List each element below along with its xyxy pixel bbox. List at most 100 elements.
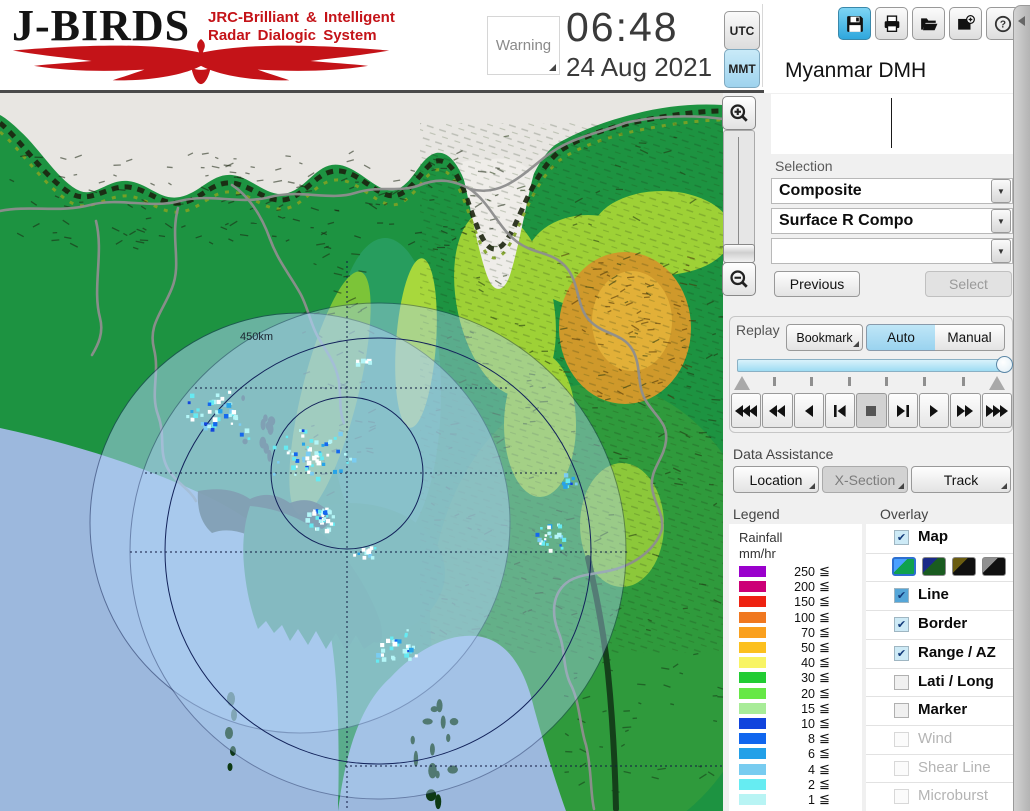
replay-timeline-slider[interactable] (737, 359, 1005, 372)
terrain-gray-style-button[interactable] (982, 556, 1006, 576)
legend-value: 20 (801, 686, 815, 701)
collapse-arrow-icon (1018, 16, 1025, 26)
legend-row: 20 ≦ (729, 686, 862, 701)
track-button[interactable]: Track (911, 466, 1011, 493)
legend-row: 200 ≦ (729, 579, 862, 594)
toolbar: ? (838, 7, 1019, 40)
overlay-label: Overlay (880, 506, 929, 522)
panel-collapse-strip[interactable] (1013, 5, 1030, 811)
selection-label: Selection (775, 158, 833, 174)
zoom-out-button[interactable] (722, 262, 756, 296)
product-option-dropdown[interactable]: ▼ (771, 238, 1013, 264)
add-image-button[interactable] (949, 7, 982, 40)
map-checkbox[interactable]: ✔ (894, 530, 909, 545)
replay-label: Replay (736, 322, 780, 338)
eagle-logo-icon (12, 38, 390, 85)
replay-tickbar (734, 375, 1005, 392)
legend-color-swatch (739, 718, 766, 729)
legend-operator: ≦ (819, 700, 830, 716)
print-button[interactable] (875, 7, 908, 40)
border-checkbox[interactable]: ✔ (894, 617, 909, 633)
location-button-label: Location (749, 471, 803, 488)
info-box-divider (891, 98, 892, 148)
timeline-tick (773, 377, 776, 386)
marker-checkbox[interactable] (894, 703, 909, 719)
open-folder-button[interactable] (912, 7, 945, 40)
fast-forward-2-icon (957, 404, 974, 417)
step-backward-icon (834, 404, 846, 417)
step-backward-button[interactable] (824, 393, 856, 428)
range-az-checkbox[interactable]: ✔ (894, 645, 909, 661)
fast-forward-2-button[interactable] (950, 393, 981, 428)
add-image-icon (957, 14, 975, 30)
zoom-in-button[interactable] (722, 96, 756, 130)
zoom-slider-handle[interactable] (723, 244, 755, 263)
legend-color-swatch (739, 642, 766, 653)
zoom-slider[interactable] (723, 130, 755, 262)
lati-long-checkbox[interactable] (894, 674, 909, 690)
x-section-button[interactable]: X-Section (822, 466, 908, 493)
terrain-dark-style-button[interactable] (922, 556, 946, 576)
timeline-tick (962, 377, 965, 386)
legend-row: 250 ≦ (729, 564, 862, 579)
legend-row: 70 ≦ (729, 625, 862, 640)
timezone-mmt-button[interactable]: MMT (724, 49, 760, 88)
legend-color-swatch (739, 566, 766, 577)
chevron-down-icon[interactable]: ▼ (991, 239, 1011, 263)
radar-map-canvas[interactable]: 450km (0, 93, 770, 811)
legend-row: 2 ≦ (729, 777, 862, 792)
legend-color-swatch (739, 702, 766, 714)
corner-menu-icon (898, 483, 904, 489)
fast-rewind-2-button[interactable] (762, 393, 793, 428)
fast-forward-3-button[interactable] (981, 393, 1012, 428)
line-checkbox[interactable]: ✔ (894, 588, 909, 604)
station-title: Myanmar DMH (771, 52, 1013, 90)
legend-color-swatch (739, 672, 766, 684)
play-forward-button[interactable] (918, 393, 950, 428)
svg-text:?: ? (999, 19, 1005, 30)
warning-button-label: Warning (495, 37, 552, 54)
warning-button[interactable]: Warning (487, 16, 560, 75)
station-info-box (771, 94, 1013, 154)
chevron-down-icon[interactable]: ▼ (991, 209, 1011, 233)
timezone-utc-button[interactable]: UTC (724, 11, 760, 50)
radar-map[interactable]: 450km (0, 93, 770, 811)
previous-button[interactable]: Previous (774, 271, 860, 297)
legend-row: 10 ≦ (729, 716, 862, 731)
legend-color-swatch (739, 748, 766, 760)
timeline-tick (848, 377, 851, 386)
step-forward-button[interactable] (887, 393, 918, 428)
legend-value: 2 (808, 777, 815, 792)
save-button[interactable] (838, 7, 871, 40)
corner-menu-icon (1001, 483, 1007, 489)
terrain-color-style-button[interactable] (892, 556, 916, 576)
terrain-olive-style-button[interactable] (952, 556, 976, 576)
replay-slider-handle[interactable] (996, 356, 1013, 373)
save-icon (846, 15, 863, 32)
auto-mode-button[interactable]: Auto (866, 324, 936, 351)
stop-button[interactable] (856, 393, 887, 428)
print-icon (884, 14, 899, 32)
data-assistance-label: Data Assistance (733, 446, 834, 462)
manual-mode-button[interactable]: Manual (935, 324, 1005, 351)
shear-line-checkbox (894, 760, 909, 776)
product-dropdown[interactable]: Surface R Compo ▼ (771, 208, 1013, 234)
chevron-down-icon[interactable]: ▼ (991, 179, 1011, 203)
location-button[interactable]: Location (733, 466, 819, 493)
legend-value: 8 (808, 732, 815, 747)
product-group-dropdown[interactable]: Composite ▼ (771, 178, 1013, 204)
select-button[interactable]: Select (925, 271, 1012, 297)
playback-controls (731, 393, 1012, 428)
fast-rewind-3-button[interactable] (731, 393, 762, 428)
replay-end-marker[interactable] (989, 376, 1005, 390)
legend-row: 8 ≦ (729, 731, 862, 747)
fast-rewind-2-icon (769, 404, 786, 417)
replay-start-marker[interactable] (734, 376, 750, 390)
legend-value: 15 (801, 701, 815, 716)
bookmark-button[interactable]: Bookmark (786, 324, 863, 351)
legend-row: 50 ≦ (729, 640, 862, 655)
timeline-tick (885, 377, 888, 386)
play-reverse-button[interactable] (793, 393, 824, 428)
legend-row: 1 ≦ (729, 792, 862, 807)
legend-operator: ≦ (819, 609, 830, 625)
